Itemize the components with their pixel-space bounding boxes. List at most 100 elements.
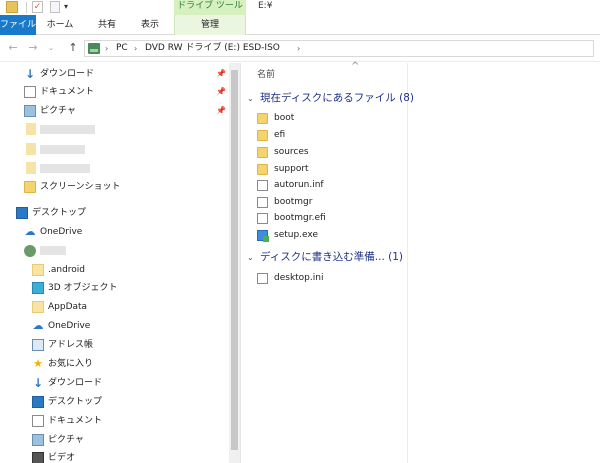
document-icon — [32, 415, 44, 427]
new-folder-icon[interactable] — [50, 1, 60, 13]
file-name: bootmgr — [274, 197, 313, 207]
blurred-item[interactable] — [40, 125, 95, 134]
3d-objects-icon — [32, 282, 44, 294]
qat-separator — [26, 2, 27, 13]
pin-icon[interactable]: 📌 — [216, 87, 226, 96]
user-icon — [24, 245, 36, 257]
group-title: 現在ディスクにあるファイル (8) — [260, 92, 414, 104]
folder-icon — [6, 1, 18, 13]
tab-share[interactable]: 共有 — [89, 15, 125, 35]
column-divider — [407, 63, 408, 463]
sort-ascending-icon: ^ — [351, 61, 360, 72]
ribbon-tabs: ファイル ホーム 共有 表示 管理 — [0, 15, 600, 35]
window-title: E:¥ — [258, 1, 273, 11]
blurred-folder-icon — [26, 143, 36, 155]
folder-icon — [32, 264, 44, 276]
sidebar-item-label: ビデオ — [48, 453, 76, 463]
file-icon — [257, 197, 268, 208]
contacts-icon — [32, 339, 44, 351]
download-arrow-icon: ↓ — [24, 67, 36, 81]
tab-home[interactable]: ホーム — [40, 15, 80, 35]
tab-file[interactable]: ファイル — [0, 15, 36, 35]
breadcrumb-dvd-drive[interactable]: DVD RW ドライブ (E:) ESD-ISO — [145, 41, 280, 56]
group-header-current-files[interactable]: ⌄ 現在ディスクにあるファイル (8) — [247, 89, 414, 107]
sidebar-item-label: ダウンロード — [48, 378, 103, 388]
up-arrow-icon[interactable]: ↑ — [66, 40, 80, 56]
customize-qat-icon[interactable]: ▾ — [64, 1, 73, 13]
breadcrumb-pc[interactable]: PC — [116, 41, 128, 56]
file-name: bootmgr.efi — [274, 213, 326, 223]
document-icon — [24, 86, 36, 98]
file-name: efi — [274, 130, 286, 140]
address-row: ← → ⌄ ↑ › PC › DVD RW ドライブ (E:) ESD-ISO … — [0, 36, 600, 62]
blurred-item[interactable] — [40, 145, 85, 154]
sidebar-item-label: 3D オブジェクト — [48, 283, 118, 293]
breadcrumb-separator[interactable]: › — [105, 41, 108, 56]
pictures-icon — [32, 434, 44, 446]
chevron-down-icon[interactable]: ⌄ — [247, 90, 260, 108]
blurred-folder-icon — [26, 162, 36, 174]
recent-locations-icon[interactable]: ⌄ — [46, 40, 56, 56]
sidebar-item-label: スクリーンショット — [40, 182, 121, 192]
tab-manage[interactable]: 管理 — [174, 15, 246, 35]
properties-icon[interactable]: ✓ — [32, 1, 43, 13]
back-arrow-icon[interactable]: ← — [6, 40, 20, 56]
sidebar-item-label: OneDrive — [40, 227, 83, 237]
blurred-item[interactable] — [40, 164, 90, 173]
cloud-icon: ☁ — [32, 319, 44, 332]
sidebar-item-label: ドキュメント — [48, 416, 103, 426]
sidebar-item-label: デスクトップ — [48, 397, 103, 407]
folder-icon — [257, 113, 268, 124]
sidebar-item-label: アドレス帳 — [48, 340, 94, 350]
sidebar-item-label: ドキュメント — [40, 87, 95, 97]
setup-icon — [257, 230, 269, 242]
file-name: sources — [274, 147, 309, 157]
settings-file-icon — [257, 180, 268, 191]
folder-icon — [32, 301, 44, 313]
desktop-icon — [32, 396, 44, 408]
forward-arrow-icon[interactable]: → — [26, 40, 40, 56]
scrollbar-thumb[interactable] — [231, 70, 238, 450]
group-header-pending-files[interactable]: ⌄ ディスクに書き込む準備... (1) — [247, 248, 403, 266]
dvd-drive-icon — [88, 43, 100, 54]
chevron-down-icon[interactable]: ⌄ — [247, 249, 260, 267]
folder-icon — [257, 147, 268, 158]
column-header-name[interactable]: 名前 — [257, 67, 275, 80]
group-title: ディスクに書き込む準備... (1) — [260, 251, 403, 263]
star-icon: ★ — [33, 357, 43, 370]
file-name: desktop.ini — [274, 273, 324, 283]
settings-file-icon — [257, 273, 268, 284]
address-bar[interactable]: › PC › DVD RW ドライブ (E:) ESD-ISO › — [84, 40, 594, 57]
folder-icon — [257, 130, 268, 141]
file-name: autorun.inf — [274, 180, 324, 190]
file-list: ^ 名前 ⌄ 現在ディスクにあるファイル (8) boot efi sources… — [241, 61, 600, 463]
sidebar-item-label: ダウンロード — [40, 69, 95, 79]
blurred-folder-icon — [26, 123, 36, 135]
blurred-user-name — [40, 246, 66, 255]
pin-icon[interactable]: 📌 — [216, 106, 226, 115]
navigation-pane: ↓ ダウンロード 📌 ドキュメント 📌 ピクチャ 📌 スクリーンショット デスク… — [0, 63, 240, 463]
pictures-icon — [24, 105, 36, 117]
sidebar-item-label: OneDrive — [48, 321, 91, 331]
download-arrow-icon: ↓ — [32, 376, 44, 390]
sidebar-item-label: AppData — [48, 302, 88, 312]
breadcrumb-separator[interactable]: › — [134, 41, 137, 56]
file-name: setup.exe — [274, 230, 318, 240]
title-bar: ✓ ▾ ドライブ ツール E:¥ — [0, 0, 600, 15]
tab-view[interactable]: 表示 — [132, 15, 168, 35]
sidebar-item-label: ピクチャ — [40, 106, 76, 116]
folder-icon — [257, 164, 268, 175]
sidebar-item-label: お気に入り — [48, 359, 94, 369]
sidebar-item-label: デスクトップ — [32, 208, 87, 218]
breadcrumb-separator[interactable]: › — [297, 41, 300, 56]
file-name: support — [274, 164, 309, 174]
file-icon — [257, 213, 268, 224]
file-name: boot — [274, 113, 295, 123]
cloud-icon: ☁ — [24, 225, 36, 238]
pin-icon[interactable]: 📌 — [216, 69, 226, 78]
sidebar-item-label: ピクチャ — [48, 435, 84, 445]
sidebar-item-label: .android — [48, 265, 86, 275]
folder-icon — [24, 181, 36, 193]
desktop-icon — [16, 207, 28, 219]
video-icon — [32, 452, 44, 463]
